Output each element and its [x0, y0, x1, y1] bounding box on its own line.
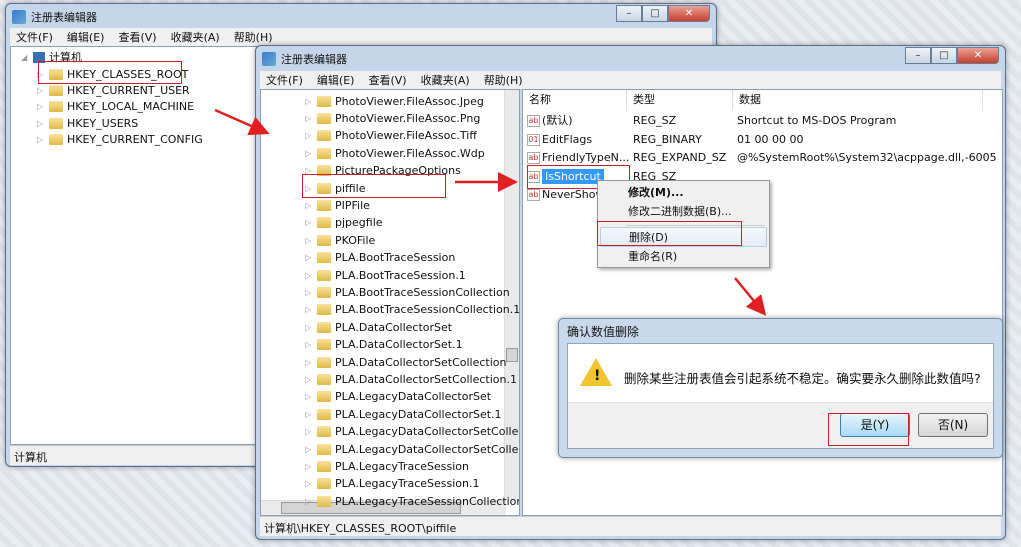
arrow [734, 277, 767, 316]
annotation-arrows [214, 108, 767, 316]
arrow [214, 108, 270, 136]
